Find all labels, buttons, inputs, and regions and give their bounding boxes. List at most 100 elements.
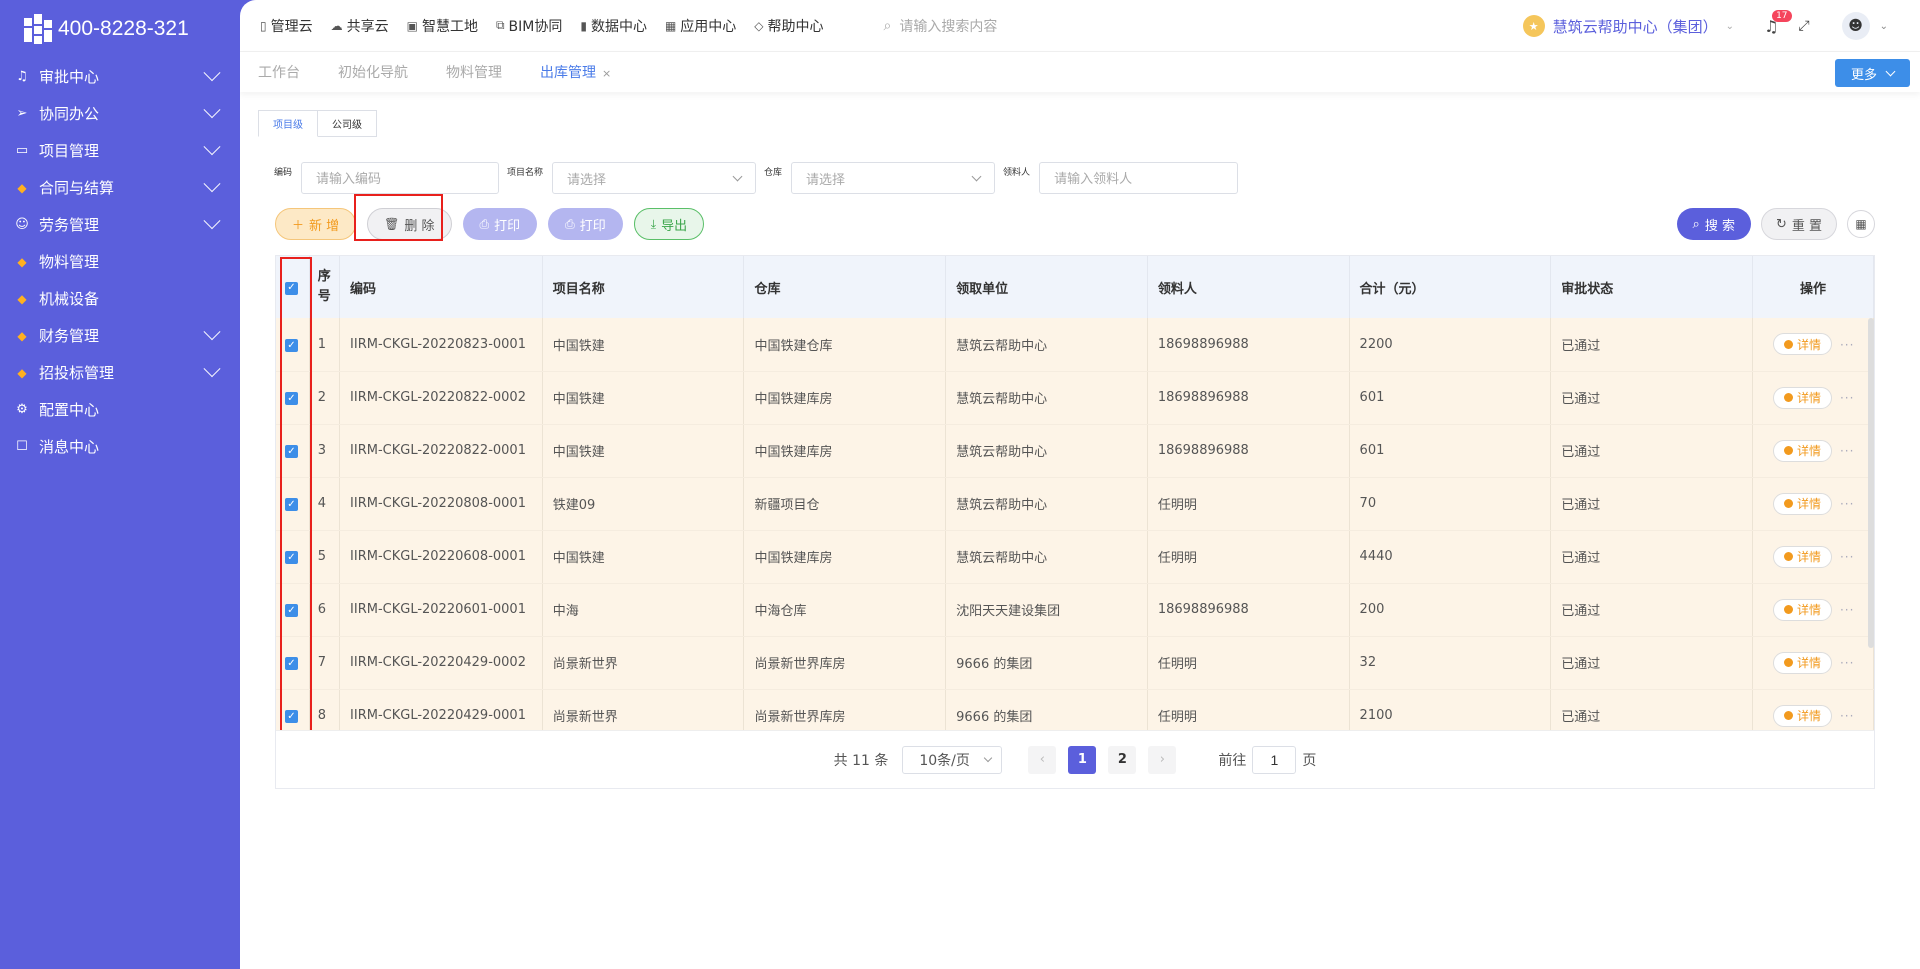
- more-actions-icon[interactable]: ···: [1840, 497, 1854, 511]
- tab-project-level[interactable]: 项目级: [258, 110, 318, 137]
- goto-page-input[interactable]: [1252, 745, 1297, 774]
- top-nav: ▯ 管理云 ☁ 共享云 ▣ 智慧工地 ⧉ BIM协同 ▮ 数据中心 ▦ 应用中心 ◇ 帮助中心: [260, 16, 842, 36]
- export-button[interactable]: ⤓ 导出: [633, 208, 705, 240]
- sidebar-item-8[interactable]: ◆ 招投标管理: [0, 354, 240, 391]
- row-checkbox[interactable]: ✓: [285, 657, 298, 671]
- detail-button[interactable]: 详情: [1772, 704, 1832, 727]
- close-icon[interactable]: ×: [602, 67, 611, 80]
- project-select-placeholder: 请选择: [567, 172, 607, 188]
- more-button[interactable]: 更多: [1835, 59, 1910, 87]
- delete-button[interactable]: 🗑 删 除: [367, 208, 452, 240]
- tab-3[interactable]: 出库管理 ×: [540, 62, 611, 82]
- sidebar-item-3[interactable]: ◆ 合同与结算: [0, 169, 240, 206]
- row-checkbox[interactable]: ✓: [285, 710, 298, 724]
- select-all-checkbox[interactable]: ✓: [285, 281, 298, 295]
- row-select-cell[interactable]: ✓: [276, 477, 310, 531]
- print-button-2[interactable]: ⎙ 打印: [548, 208, 623, 240]
- tab-2[interactable]: 物料管理: [446, 62, 502, 82]
- logo[interactable]: 400-8228-321: [0, 0, 240, 58]
- more-actions-icon[interactable]: ···: [1840, 444, 1854, 458]
- more-actions-icon[interactable]: ···: [1840, 338, 1854, 352]
- select-all-cell[interactable]: ✓: [276, 256, 310, 318]
- row-checkbox[interactable]: ✓: [285, 392, 298, 406]
- topnav-item-3[interactable]: ⧉ BIM协同: [496, 16, 562, 36]
- more-actions-icon[interactable]: ···: [1840, 391, 1854, 405]
- more-actions-icon[interactable]: ···: [1840, 603, 1854, 617]
- code-input[interactable]: [301, 162, 500, 194]
- topnav-item-1[interactable]: ☁ 共享云: [331, 16, 389, 36]
- row-checkbox[interactable]: ✓: [285, 551, 298, 565]
- row-select-cell[interactable]: ✓: [276, 318, 310, 372]
- sidebar-item-9[interactable]: ⚙ 配置中心: [0, 391, 240, 428]
- notification-bell-icon[interactable]: ♫ 17: [1764, 9, 1792, 36]
- more-actions-icon[interactable]: ···: [1840, 656, 1854, 670]
- sidebar-item-4[interactable]: ☺ 劳务管理: [0, 206, 240, 243]
- topnav-item-6[interactable]: ◇ 帮助中心: [754, 16, 823, 36]
- table-row[interactable]: ✓ 4 IIRM-CKGL-20220808-0001 铁建09 新疆项目仓 慧筑云帮助中…: [276, 477, 1875, 531]
- table-row[interactable]: ✓ 2 IIRM-CKGL-20220822-0002 中国铁建 中国铁建库房 慧筑云帮助…: [276, 371, 1875, 425]
- sidebar-item-6[interactable]: ◆ 机械设备: [0, 280, 240, 317]
- sidebar-item-2[interactable]: ▭ 项目管理: [0, 132, 240, 169]
- row-select-cell[interactable]: ✓: [276, 371, 310, 425]
- row-select-cell[interactable]: ✓: [276, 636, 310, 690]
- detail-button[interactable]: 详情: [1772, 386, 1832, 409]
- row-select-cell[interactable]: ✓: [276, 583, 310, 637]
- search-button[interactable]: ⌕ 搜 索: [1676, 208, 1751, 240]
- page-size-value: 10条/页: [919, 752, 970, 769]
- row-checkbox[interactable]: ✓: [285, 604, 298, 618]
- row-checkbox[interactable]: ✓: [285, 339, 298, 352]
- page-size-select[interactable]: 10条/页: [902, 745, 1003, 774]
- tab-0[interactable]: 工作台: [258, 62, 300, 82]
- topnav-item-2[interactable]: ▣ 智慧工地: [407, 16, 478, 36]
- topnav-item-5[interactable]: ▦ 应用中心: [665, 16, 736, 36]
- org-switcher[interactable]: ★ 慧筑云帮助中心（集团） ⌄: [1522, 15, 1734, 37]
- receiver-input[interactable]: [1039, 162, 1239, 194]
- warehouse-select[interactable]: 请选择: [791, 162, 996, 194]
- table-row[interactable]: ✓ 7 IIRM-CKGL-20220429-0002 尚景新世界 尚景新世界库房 966…: [276, 636, 1875, 690]
- add-button[interactable]: ＋ 新 增: [275, 208, 357, 240]
- table-row[interactable]: ✓ 5 IIRM-CKGL-20220608-0001 中国铁建 中国铁建库房 慧筑云帮助…: [276, 530, 1875, 584]
- fullscreen-icon[interactable]: ⤢: [1798, 18, 1809, 34]
- more-actions-icon[interactable]: ···: [1840, 709, 1854, 723]
- detail-button[interactable]: 详情: [1772, 439, 1832, 462]
- avatar[interactable]: ☻: [1841, 12, 1870, 40]
- detail-button[interactable]: 详情: [1772, 545, 1832, 568]
- table-scrollbar[interactable]: [1868, 318, 1874, 648]
- topnav-item-4[interactable]: ▮ 数据中心: [580, 16, 647, 36]
- table-row[interactable]: ✓ 1 IIRM-CKGL-20220823-0001 中国铁建 中国铁建仓库 慧筑云帮助…: [276, 318, 1875, 372]
- sidebar-item-0[interactable]: ♫ 审批中心: [0, 58, 240, 95]
- sidebar-item-7[interactable]: ◆ 财务管理: [0, 317, 240, 354]
- detail-button[interactable]: 详情: [1772, 598, 1832, 621]
- row-checkbox[interactable]: ✓: [285, 498, 298, 512]
- global-search[interactable]: ⌕: [884, 17, 1100, 34]
- prev-page-button[interactable]: ‹: [1028, 745, 1057, 774]
- cell-unit: 慧筑云帮助中心: [945, 318, 1148, 372]
- more-actions-icon[interactable]: ···: [1840, 550, 1854, 564]
- row-checkbox[interactable]: ✓: [285, 445, 298, 459]
- sidebar-item-1[interactable]: ➢ 协同办公: [0, 95, 240, 132]
- sidebar-item-10[interactable]: ☐ 消息中心: [0, 428, 240, 465]
- project-select[interactable]: 请选择: [552, 162, 757, 194]
- sidebar-item-5[interactable]: ◆ 物料管理: [0, 243, 240, 280]
- column-settings-icon[interactable]: ▦: [1847, 210, 1875, 238]
- chevron-down-icon: [203, 137, 221, 155]
- next-page-button[interactable]: ›: [1148, 745, 1177, 774]
- reset-button[interactable]: ↻ 重 置: [1760, 208, 1837, 240]
- detail-button[interactable]: 详情: [1772, 651, 1832, 674]
- cell-project: 铁建09: [542, 477, 745, 531]
- row-select-cell[interactable]: ✓: [276, 530, 310, 584]
- print-button-1[interactable]: ⎙ 打印: [462, 208, 538, 240]
- detail-button[interactable]: 详情: [1772, 492, 1832, 515]
- row-select-cell[interactable]: ✓: [276, 424, 310, 478]
- tab-1[interactable]: 初始化导航: [338, 62, 408, 82]
- page-2-button[interactable]: 2: [1108, 745, 1137, 774]
- avatar-chevron-down-icon[interactable]: ⌄: [1880, 21, 1888, 32]
- sidebar-item-label: 财务管理: [39, 327, 100, 345]
- detail-button[interactable]: 详情: [1772, 333, 1832, 356]
- tab-company-level[interactable]: 公司级: [318, 110, 377, 137]
- topnav-item-0[interactable]: ▯ 管理云: [260, 16, 313, 36]
- table-row[interactable]: ✓ 3 IIRM-CKGL-20220822-0001 中国铁建 中国铁建库房 慧筑云帮助…: [276, 424, 1875, 478]
- global-search-input[interactable]: [899, 17, 1100, 34]
- table-row[interactable]: ✓ 6 IIRM-CKGL-20220601-0001 中海 中海仓库 沈阳天天建设集团 1…: [276, 583, 1875, 637]
- page-1-button[interactable]: 1: [1068, 745, 1097, 774]
